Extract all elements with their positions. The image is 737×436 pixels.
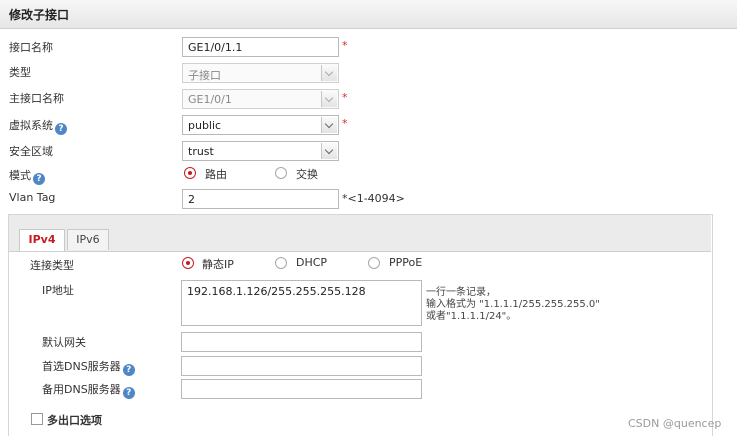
preferred-dns-label: 首选DNS服务器? <box>42 358 135 376</box>
main-interface-required: * <box>342 91 348 104</box>
tab-ipv4[interactable]: IPv4 <box>19 229 65 251</box>
main-interface-select[interactable]: GE1/0/1 <box>182 89 339 109</box>
backup-dns-label-text: 备用DNS服务器 <box>42 383 121 396</box>
vlan-tag-hint: *<1-4094> <box>342 192 405 205</box>
virtual-system-value: public <box>188 119 222 132</box>
interface-name-required: * <box>342 39 348 52</box>
dhcp-radio[interactable] <box>275 257 287 269</box>
type-label: 类型 <box>9 66 31 79</box>
help-icon[interactable]: ? <box>33 173 45 185</box>
watermark-text: CSDN @quencep <box>628 417 722 430</box>
help-icon[interactable]: ? <box>122 364 135 376</box>
multi-exit-label[interactable]: 多出口选项 <box>47 412 102 428</box>
ip-address-label: IP地址 <box>42 284 74 297</box>
main-interface-label: 主接口名称 <box>9 92 64 105</box>
vlan-tag-label: Vlan Tag <box>9 191 56 204</box>
ip-hint-line: 输入格式为 "1.1.1.1/255.255.255.0" <box>426 299 600 310</box>
static-ip-radio[interactable] <box>182 257 194 269</box>
type-select[interactable]: 子接口 <box>182 63 339 83</box>
mode-switch-radio[interactable] <box>275 167 287 179</box>
help-icon[interactable]: ? <box>122 387 135 399</box>
default-gateway-label: 默认网关 <box>42 336 86 349</box>
virtual-system-label-text: 虚拟系统 <box>9 119 53 132</box>
chevron-down-icon <box>321 117 337 133</box>
interface-name-input[interactable]: GE1/0/1.1 <box>182 37 339 57</box>
mode-switch-label[interactable]: 交换 <box>296 166 318 182</box>
virtual-system-select[interactable]: public <box>182 115 339 135</box>
help-icon[interactable]: ? <box>55 123 67 135</box>
security-zone-label: 安全区域 <box>9 145 53 158</box>
mode-label: 模式? <box>9 167 45 185</box>
ip-tab-strip <box>9 215 711 252</box>
pppoe-radio[interactable] <box>368 257 380 269</box>
backup-dns-label: 备用DNS服务器? <box>42 381 135 399</box>
virtual-system-label: 虚拟系统? <box>9 117 67 135</box>
vlan-tag-input[interactable]: 2 <box>182 189 339 209</box>
preferred-dns-label-text: 首选DNS服务器 <box>42 360 121 373</box>
preferred-dns-input[interactable] <box>181 356 422 376</box>
ip-hint-line: 或者"1.1.1.1/24"。 <box>426 311 517 322</box>
ip-hint-line: 一行一条记录， <box>426 287 496 298</box>
dhcp-label[interactable]: DHCP <box>296 256 327 269</box>
security-zone-value: trust <box>188 145 214 158</box>
security-zone-select[interactable]: trust <box>182 141 339 161</box>
interface-name-label: 接口名称 <box>9 41 53 54</box>
connection-type-label: 连接类型 <box>30 259 74 272</box>
pppoe-label[interactable]: PPPoE <box>389 256 422 269</box>
virtual-system-required: * <box>342 117 348 130</box>
multi-exit-checkbox[interactable] <box>31 413 43 425</box>
ip-address-hint: 一行一条记录， 输入格式为 "1.1.1.1/255.255.255.0" 或者… <box>426 287 600 323</box>
chevron-down-icon <box>321 143 337 159</box>
chevron-down-icon <box>321 65 337 81</box>
backup-dns-input[interactable] <box>181 379 422 399</box>
type-value: 子接口 <box>188 69 221 82</box>
default-gateway-input[interactable] <box>181 332 422 352</box>
chevron-down-icon <box>321 91 337 107</box>
dialog-title: 修改子接口 <box>9 8 70 22</box>
static-ip-label[interactable]: 静态IP <box>202 256 234 272</box>
mode-route-label[interactable]: 路由 <box>205 166 227 182</box>
tab-ipv6[interactable]: IPv6 <box>67 229 109 250</box>
dialog-titlebar <box>0 0 737 29</box>
mode-label-text: 模式 <box>9 169 31 182</box>
ip-address-textarea[interactable]: 192.168.1.126/255.255.255.128 <box>181 280 422 326</box>
main-interface-value: GE1/0/1 <box>188 93 232 106</box>
mode-route-radio[interactable] <box>184 167 196 179</box>
